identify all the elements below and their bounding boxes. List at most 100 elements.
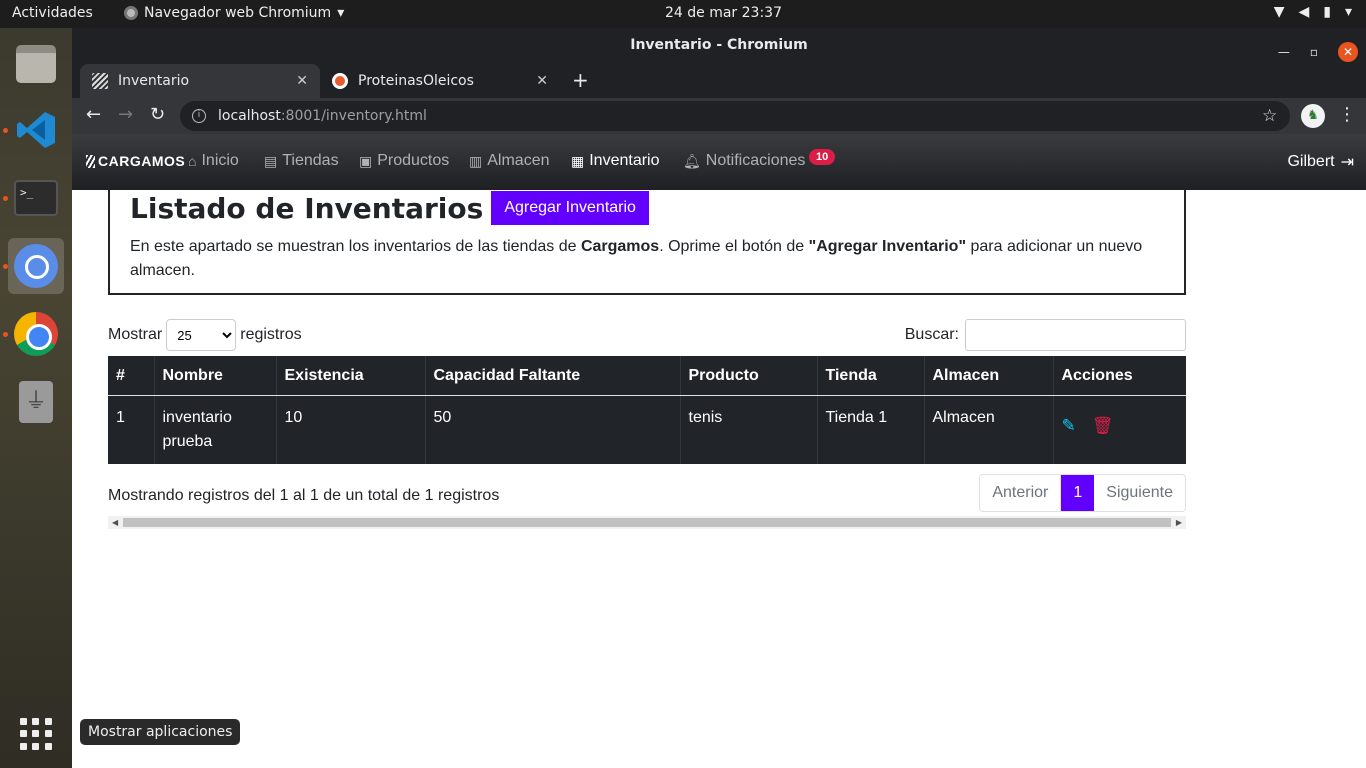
new-tab-button[interactable]: +: [572, 68, 589, 92]
cell-nombre: inventario prueba: [154, 395, 277, 464]
scrollbar-thumb[interactable]: [123, 518, 1171, 527]
user-menu[interactable]: Gilbert ⇥: [1287, 152, 1354, 172]
profile-avatar[interactable]: ♞: [1301, 104, 1325, 128]
brand-logo[interactable]: CARGAMOS: [86, 153, 185, 169]
previous-page-button[interactable]: Anterior: [980, 475, 1062, 511]
terminal-icon: >_: [14, 180, 58, 216]
table-controls: Mostrar 25 registros Buscar:: [108, 319, 1186, 351]
user-name: Gilbert: [1287, 153, 1335, 170]
column-header[interactable]: #: [108, 356, 155, 396]
header-card: Listado de Inventarios Agregar Inventari…: [108, 180, 1186, 295]
next-page-button[interactable]: Siguiente: [1094, 475, 1185, 511]
window-title: Inventario - Chromium: [630, 37, 808, 53]
cell-producto: tenis: [680, 395, 818, 464]
chevron-down-icon: ▾: [337, 5, 345, 21]
forward-arrow-icon[interactable]: →: [118, 104, 133, 125]
nav-almacen[interactable]: ▥ Almacen: [469, 152, 549, 170]
battery-icon: ▮: [1323, 4, 1331, 20]
tab-inventario[interactable]: Inventario ✕: [80, 64, 320, 98]
tab-strip: Inventario ✕ ProteinasOleicos ✕ +: [72, 62, 1366, 98]
scroll-left-arrow-icon[interactable]: ◀: [112, 516, 118, 529]
clock[interactable]: 24 de mar 23:37: [665, 5, 782, 21]
app-menu[interactable]: Navegador web Chromium ▾: [124, 5, 344, 21]
search-input[interactable]: [965, 319, 1186, 351]
table-header-row: # Nombre Existencia Capacidad Faltante P…: [108, 356, 1186, 396]
dock-usb[interactable]: ⏚: [8, 374, 64, 430]
column-header[interactable]: Tienda: [817, 356, 925, 396]
column-header[interactable]: Almacen: [924, 356, 1054, 396]
system-tray[interactable]: ▼ ◀ ▮ ▾: [1274, 4, 1352, 20]
horizontal-scrollbar[interactable]: ◀ ▶: [108, 516, 1186, 529]
column-header[interactable]: Acciones: [1053, 356, 1186, 396]
cell-almacen: Almacen: [924, 395, 1054, 464]
nav-label: Notificaciones: [705, 152, 806, 169]
window-titlebar[interactable]: Inventario - Chromium — ▫ ✕: [72, 28, 1366, 62]
show-label: Mostrar: [108, 326, 163, 343]
dock-files[interactable]: [8, 36, 64, 92]
activities-button[interactable]: Actividades: [12, 5, 93, 21]
address-bar[interactable]: i localhost :8001/inventory.html: [180, 101, 1290, 131]
chevron-down-icon: ▾: [1344, 4, 1352, 20]
dock-tooltip: Mostrar aplicaciones: [80, 719, 241, 745]
vscode-icon: [17, 112, 55, 148]
close-window-button[interactable]: ✕: [1338, 42, 1358, 62]
dock-terminal[interactable]: >_: [8, 170, 64, 226]
brand-mark-icon: [86, 154, 95, 168]
nav-label: Inicio: [201, 152, 239, 169]
tab-proteinasoleicos[interactable]: ProteinasOleicos ✕: [320, 64, 560, 98]
page-size-select[interactable]: 25: [166, 319, 237, 351]
bookmark-star-icon[interactable]: ☆: [1262, 106, 1277, 126]
search-label: Buscar:: [904, 326, 959, 343]
main-content: Listado de Inventarios Agregar Inventari…: [108, 180, 1186, 529]
column-header[interactable]: Producto: [680, 356, 818, 396]
trash-icon[interactable]: 🗑︎: [1092, 414, 1114, 438]
home-icon: ⌂: [188, 153, 197, 169]
page-button-current[interactable]: 1: [1061, 475, 1095, 511]
site-favicon-icon: [332, 73, 348, 89]
brand-name: CARGAMOS: [98, 153, 186, 169]
column-header[interactable]: Capacidad Faltante: [425, 356, 681, 396]
nav-inicio[interactable]: ⌂ Inicio: [188, 152, 239, 170]
browser-toolbar: ← → ↻ i localhost :8001/inventory.html ☆…: [72, 98, 1366, 134]
usb-drive-icon: ⏚: [19, 381, 53, 423]
browser-menu-icon[interactable]: ⋮: [1338, 104, 1356, 125]
nav-notificaciones[interactable]: 🔔︎ Notificaciones: [683, 152, 805, 170]
app-grid-icon: [20, 718, 52, 750]
pagination: Anterior 1 Siguiente: [979, 474, 1186, 512]
dock-vscode[interactable]: [8, 102, 64, 158]
briefcase-icon: ▣: [359, 152, 373, 169]
logout-icon[interactable]: ⇥: [1341, 152, 1354, 172]
scroll-right-arrow-icon[interactable]: ▶: [1176, 516, 1182, 529]
nav-productos[interactable]: ▣ Productos: [359, 152, 449, 170]
url-path: :8001/inventory.html: [280, 108, 427, 124]
close-tab-icon[interactable]: ✕: [536, 73, 548, 89]
records-info: Mostrando registros del 1 al 1 de un tot…: [108, 487, 500, 504]
close-tab-icon[interactable]: ✕: [296, 73, 308, 89]
chromium-icon: [124, 6, 138, 20]
cell-existencia: 10: [276, 395, 426, 464]
reload-icon[interactable]: ↻: [150, 104, 165, 125]
volume-icon: ◀: [1298, 4, 1310, 20]
files-icon: [16, 45, 56, 83]
page-description: En este apartado se muestran los inventa…: [130, 238, 1143, 279]
back-arrow-icon[interactable]: ←: [86, 104, 101, 125]
nav-label: Tiendas: [282, 152, 339, 169]
tab-label: ProteinasOleicos: [358, 73, 474, 89]
add-inventory-button[interactable]: Agregar Inventario: [491, 191, 649, 225]
show-applications-button[interactable]: [8, 706, 64, 762]
inventory-table: # Nombre Existencia Capacidad Faltante P…: [108, 356, 1186, 464]
edit-icon[interactable]: ✎: [1062, 414, 1076, 438]
dock-chromium[interactable]: [8, 238, 64, 294]
nav-tiendas[interactable]: ▤ Tiendas: [264, 152, 339, 170]
nav-inventario[interactable]: ▦ Inventario: [571, 152, 660, 170]
table-footer: Mostrando registros del 1 al 1 de un tot…: [108, 474, 1186, 514]
app-menu-label: Navegador web Chromium: [144, 5, 332, 21]
chromium-icon: [14, 244, 58, 288]
column-header[interactable]: Existencia: [276, 356, 426, 396]
column-header[interactable]: Nombre: [154, 356, 277, 396]
url-host: localhost: [218, 108, 281, 124]
dock-chrome[interactable]: [8, 306, 64, 362]
site-info-icon[interactable]: i: [192, 109, 206, 123]
cell-tienda: Tienda 1: [817, 395, 925, 464]
warehouse-icon: ▥: [469, 152, 483, 169]
